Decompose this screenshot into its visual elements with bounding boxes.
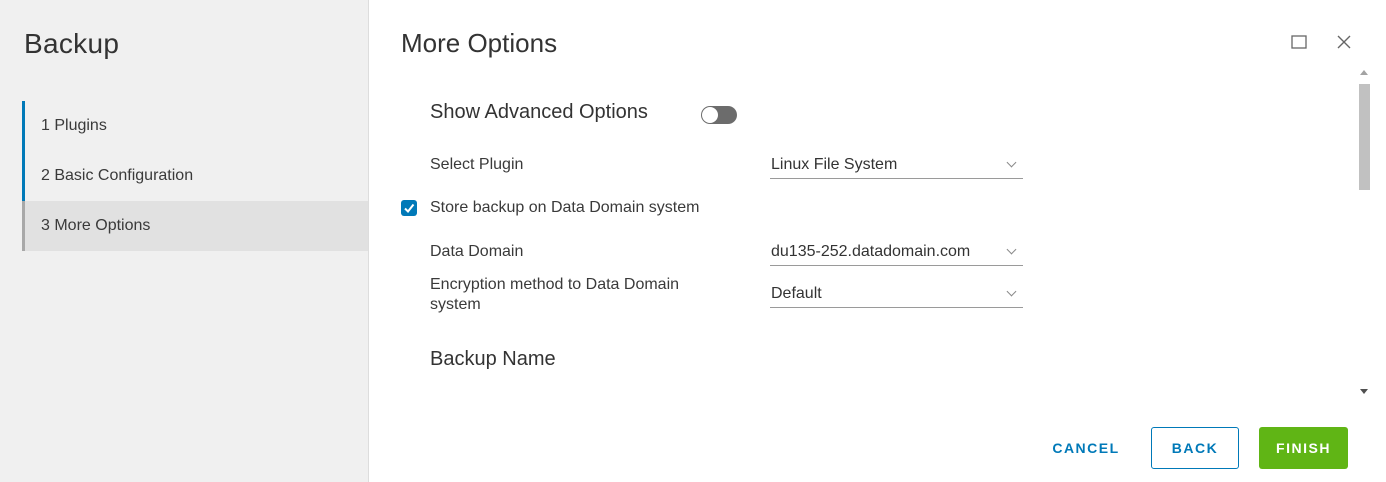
checkmark-icon <box>404 203 415 214</box>
backup-name-heading: Backup Name <box>430 348 556 370</box>
step-label: 3 More Options <box>41 217 151 234</box>
close-button[interactable] <box>1332 30 1356 54</box>
wizard-title: Backup <box>24 28 120 59</box>
wizard-steps: 1 Plugins 2 Basic Configuration 3 More O… <box>22 101 368 251</box>
encryption-method-label: Encryption method to Data Domain system <box>430 275 679 315</box>
advanced-options-toggle[interactable] <box>701 106 737 124</box>
step-label: 2 Basic Configuration <box>41 167 194 184</box>
close-icon <box>1337 35 1351 49</box>
data-domain-value: du135-252.datadomain.com <box>771 243 971 260</box>
cancel-button[interactable]: CANCEL <box>1040 427 1132 469</box>
select-plugin-dropdown[interactable]: Linux File System <box>770 153 1023 179</box>
step-basic-configuration[interactable]: 2 Basic Configuration <box>22 151 368 201</box>
select-plugin-label: Select Plugin <box>430 156 524 173</box>
encryption-label-line2: system <box>430 296 481 313</box>
store-on-data-domain-checkbox[interactable] <box>401 200 417 216</box>
chevron-down-icon <box>1006 244 1017 255</box>
scroll-up-arrow-icon[interactable] <box>1360 70 1368 75</box>
encryption-method-dropdown[interactable]: Default <box>770 282 1023 308</box>
store-on-data-domain-label[interactable]: Store backup on Data Domain system <box>430 199 699 217</box>
chevron-down-icon <box>1006 286 1017 297</box>
advanced-options-label: Show Advanced Options <box>430 101 648 123</box>
step-label: 1 Plugins <box>41 117 107 134</box>
chevron-down-icon <box>1006 157 1017 168</box>
wizard-sidebar: Backup 1 Plugins 2 Basic Configuration 3… <box>0 0 369 482</box>
data-domain-dropdown[interactable]: du135-252.datadomain.com <box>770 240 1023 266</box>
scrollbar-thumb[interactable] <box>1359 84 1370 190</box>
encryption-method-value: Default <box>771 285 822 302</box>
back-button[interactable]: BACK <box>1151 427 1239 469</box>
maximize-button[interactable] <box>1287 30 1311 54</box>
data-domain-label: Data Domain <box>430 243 524 260</box>
vertical-scrollbar[interactable] <box>1357 66 1371 398</box>
scroll-down-arrow-icon[interactable] <box>1360 389 1368 394</box>
maximize-icon <box>1291 35 1307 49</box>
finish-button[interactable]: FINISH <box>1259 427 1348 469</box>
step-plugins[interactable]: 1 Plugins <box>22 101 368 151</box>
page-title: More Options <box>401 28 558 58</box>
step-more-options[interactable]: 3 More Options <box>22 201 368 251</box>
toggle-knob <box>702 107 718 123</box>
encryption-label-line1: Encryption method to Data Domain <box>430 276 680 293</box>
select-plugin-value: Linux File System <box>771 156 898 173</box>
